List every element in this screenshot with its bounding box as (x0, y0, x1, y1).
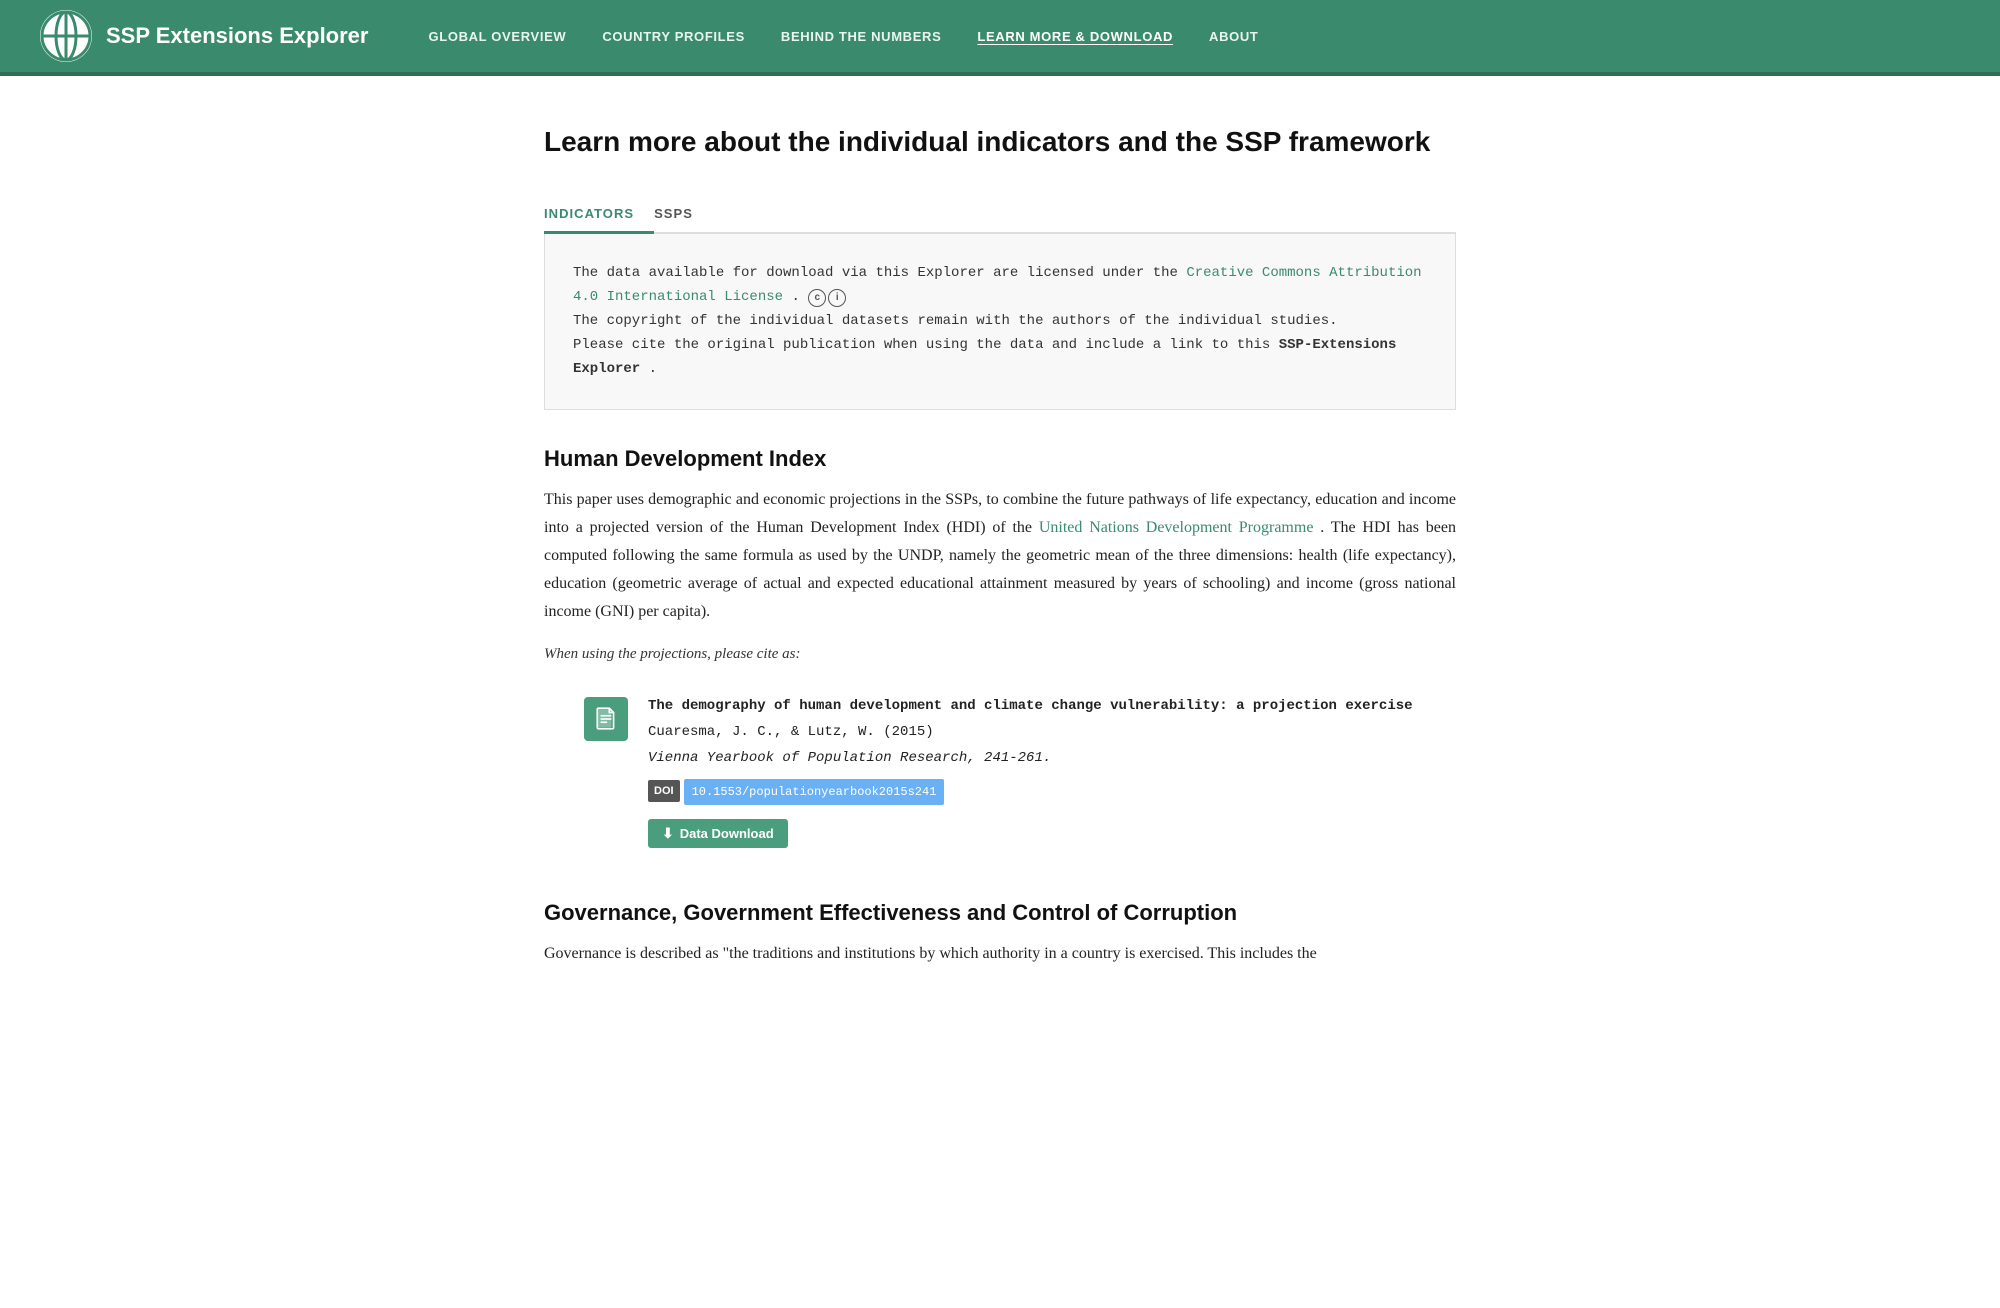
page-title: Learn more about the individual indicato… (544, 124, 1456, 160)
cc-icon-i: i (828, 289, 846, 307)
cite-label: When using the projections, please cite … (544, 646, 1456, 663)
cc-icon-c: c (808, 289, 826, 307)
nav-behind-numbers[interactable]: Behind the Numbers (781, 29, 941, 44)
document-icon (593, 706, 619, 732)
undp-link[interactable]: United Nations Development Programme (1039, 519, 1314, 536)
section-hdi-text1: This paper uses demographic and economic… (544, 486, 1456, 626)
nav-learn-more[interactable]: Learn More & Download (977, 29, 1173, 44)
license-line3: Please cite the original publication whe… (573, 334, 1427, 382)
tab-indicators[interactable]: Indicators (544, 196, 654, 234)
citation-title: The demography of human development and … (648, 695, 1413, 719)
nav-global-overview[interactable]: Global Overview (428, 29, 566, 44)
download-icon: ⬇ (662, 825, 674, 842)
citation-icon (584, 697, 628, 741)
app-logo-icon (40, 10, 92, 62)
nav-about[interactable]: About (1209, 29, 1258, 44)
citation-body: The demography of human development and … (648, 695, 1413, 848)
doi-link[interactable]: 10.1553/populationyearbook2015s241 (684, 779, 945, 805)
doi-badge: DOI (648, 780, 680, 803)
cc-icons: c i (808, 289, 846, 307)
section-hdi-heading: Human Development Index (544, 446, 1456, 472)
data-download-button[interactable]: ⬇ Data Download (648, 819, 788, 848)
main-nav: Global Overview Country Profiles Behind … (428, 29, 1258, 44)
logo-area: SSP Extensions Explorer (40, 10, 368, 62)
main-content: Learn more about the individual indicato… (520, 76, 1480, 1064)
citation-card: The demography of human development and … (544, 679, 1456, 864)
download-row: ⬇ Data Download (648, 819, 1413, 848)
section-governance-heading: Governance, Government Effectiveness and… (544, 900, 1456, 926)
app-header: SSP Extensions Explorer Global Overview … (0, 0, 2000, 72)
section-governance-text: Governance is described as "the traditio… (544, 940, 1456, 968)
license-block: The data available for download via this… (544, 234, 1456, 410)
citation-authors: Cuaresma, J. C., & Lutz, W. (2015) (648, 721, 1413, 745)
tab-ssps[interactable]: SSPs (654, 196, 713, 234)
citation-journal: Vienna Yearbook of Population Research, … (648, 747, 1413, 771)
app-title: SSP Extensions Explorer (106, 23, 368, 49)
license-line2: The copyright of the individual datasets… (573, 310, 1427, 334)
tabs-container: Indicators SSPs (544, 196, 1456, 234)
license-line1: The data available for download via this… (573, 262, 1427, 310)
doi-row: DOI10.1553/populationyearbook2015s241 (648, 779, 1413, 813)
nav-country-profiles[interactable]: Country Profiles (602, 29, 745, 44)
